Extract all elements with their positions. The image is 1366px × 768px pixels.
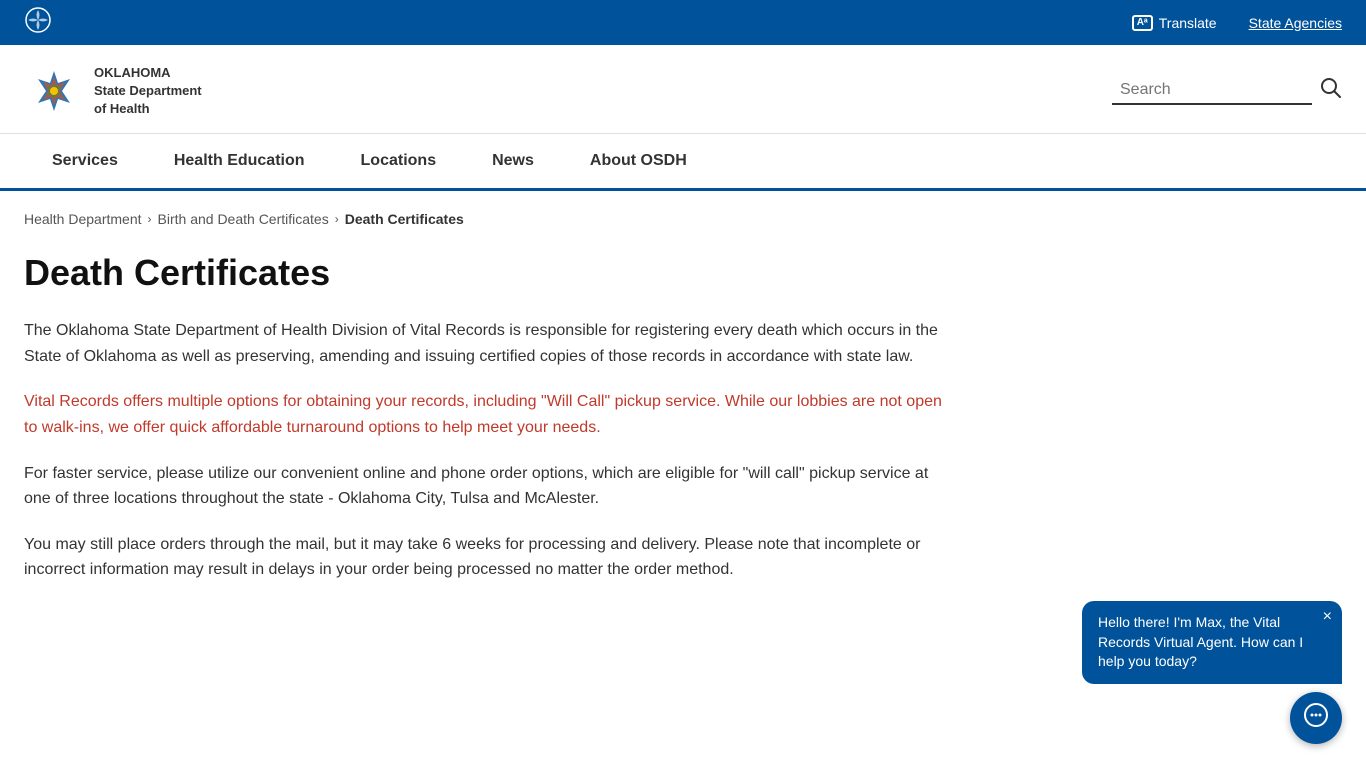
state-agencies-link[interactable]: State Agencies (1249, 15, 1342, 31)
main-content: Death Certificates The Oklahoma State De… (0, 235, 980, 643)
chat-bubble-text: Hello there! I'm Max, the Vital Records … (1098, 614, 1303, 669)
nav-item-locations[interactable]: Locations (333, 134, 465, 188)
breadcrumb: Health Department › Birth and Death Cert… (0, 191, 1366, 235)
logo-text: OKLAHOMA State Department of Health (94, 64, 202, 119)
translate-button[interactable]: Aᵃ Translate (1132, 15, 1217, 31)
header: OKLAHOMA State Department of Health (0, 45, 1366, 134)
translate-label: Translate (1159, 15, 1217, 31)
breadcrumb-current: Death Certificates (345, 211, 464, 227)
vital-records-link-paragraph[interactable]: Vital Records offers multiple options fo… (24, 389, 956, 440)
top-bar-logo (24, 6, 52, 39)
top-bar: Aᵃ Translate State Agencies (0, 0, 1366, 45)
chat-bubble: × Hello there! I'm Max, the Vital Record… (1082, 601, 1342, 684)
breadcrumb-birth-death[interactable]: Birth and Death Certificates (158, 211, 329, 227)
faster-service-paragraph: For faster service, please utilize our c… (24, 461, 956, 512)
search-area (1112, 77, 1342, 105)
translate-icon: Aᵃ (1132, 15, 1153, 31)
chat-widget: × Hello there! I'm Max, the Vital Record… (1082, 601, 1342, 744)
search-icon (1320, 77, 1342, 99)
intro-paragraph: The Oklahoma State Department of Health … (24, 318, 956, 369)
breadcrumb-health-department[interactable]: Health Department (24, 211, 142, 227)
logo-line2: State Department (94, 82, 202, 100)
breadcrumb-separator-1: › (148, 212, 152, 226)
nav-item-about-osdh[interactable]: About OSDH (562, 134, 715, 188)
search-button[interactable] (1320, 77, 1342, 105)
nav-item-news[interactable]: News (464, 134, 562, 188)
nav-item-health-education[interactable]: Health Education (146, 134, 333, 188)
logo-line1: OKLAHOMA (94, 64, 202, 82)
chat-button-icon (1303, 702, 1329, 734)
osdh-logo-icon (24, 61, 84, 121)
chat-close-button[interactable]: × (1323, 609, 1332, 625)
mail-order-paragraph: You may still place orders through the m… (24, 532, 956, 583)
chat-open-button[interactable] (1290, 692, 1342, 744)
nav-item-services[interactable]: Services (24, 134, 146, 188)
search-input[interactable] (1112, 77, 1312, 105)
logo-line3: of Health (94, 100, 202, 118)
page-title: Death Certificates (24, 251, 956, 294)
main-nav: Services Health Education Locations News… (0, 134, 1366, 191)
logo-area[interactable]: OKLAHOMA State Department of Health (24, 61, 202, 121)
breadcrumb-separator-2: › (335, 212, 339, 226)
